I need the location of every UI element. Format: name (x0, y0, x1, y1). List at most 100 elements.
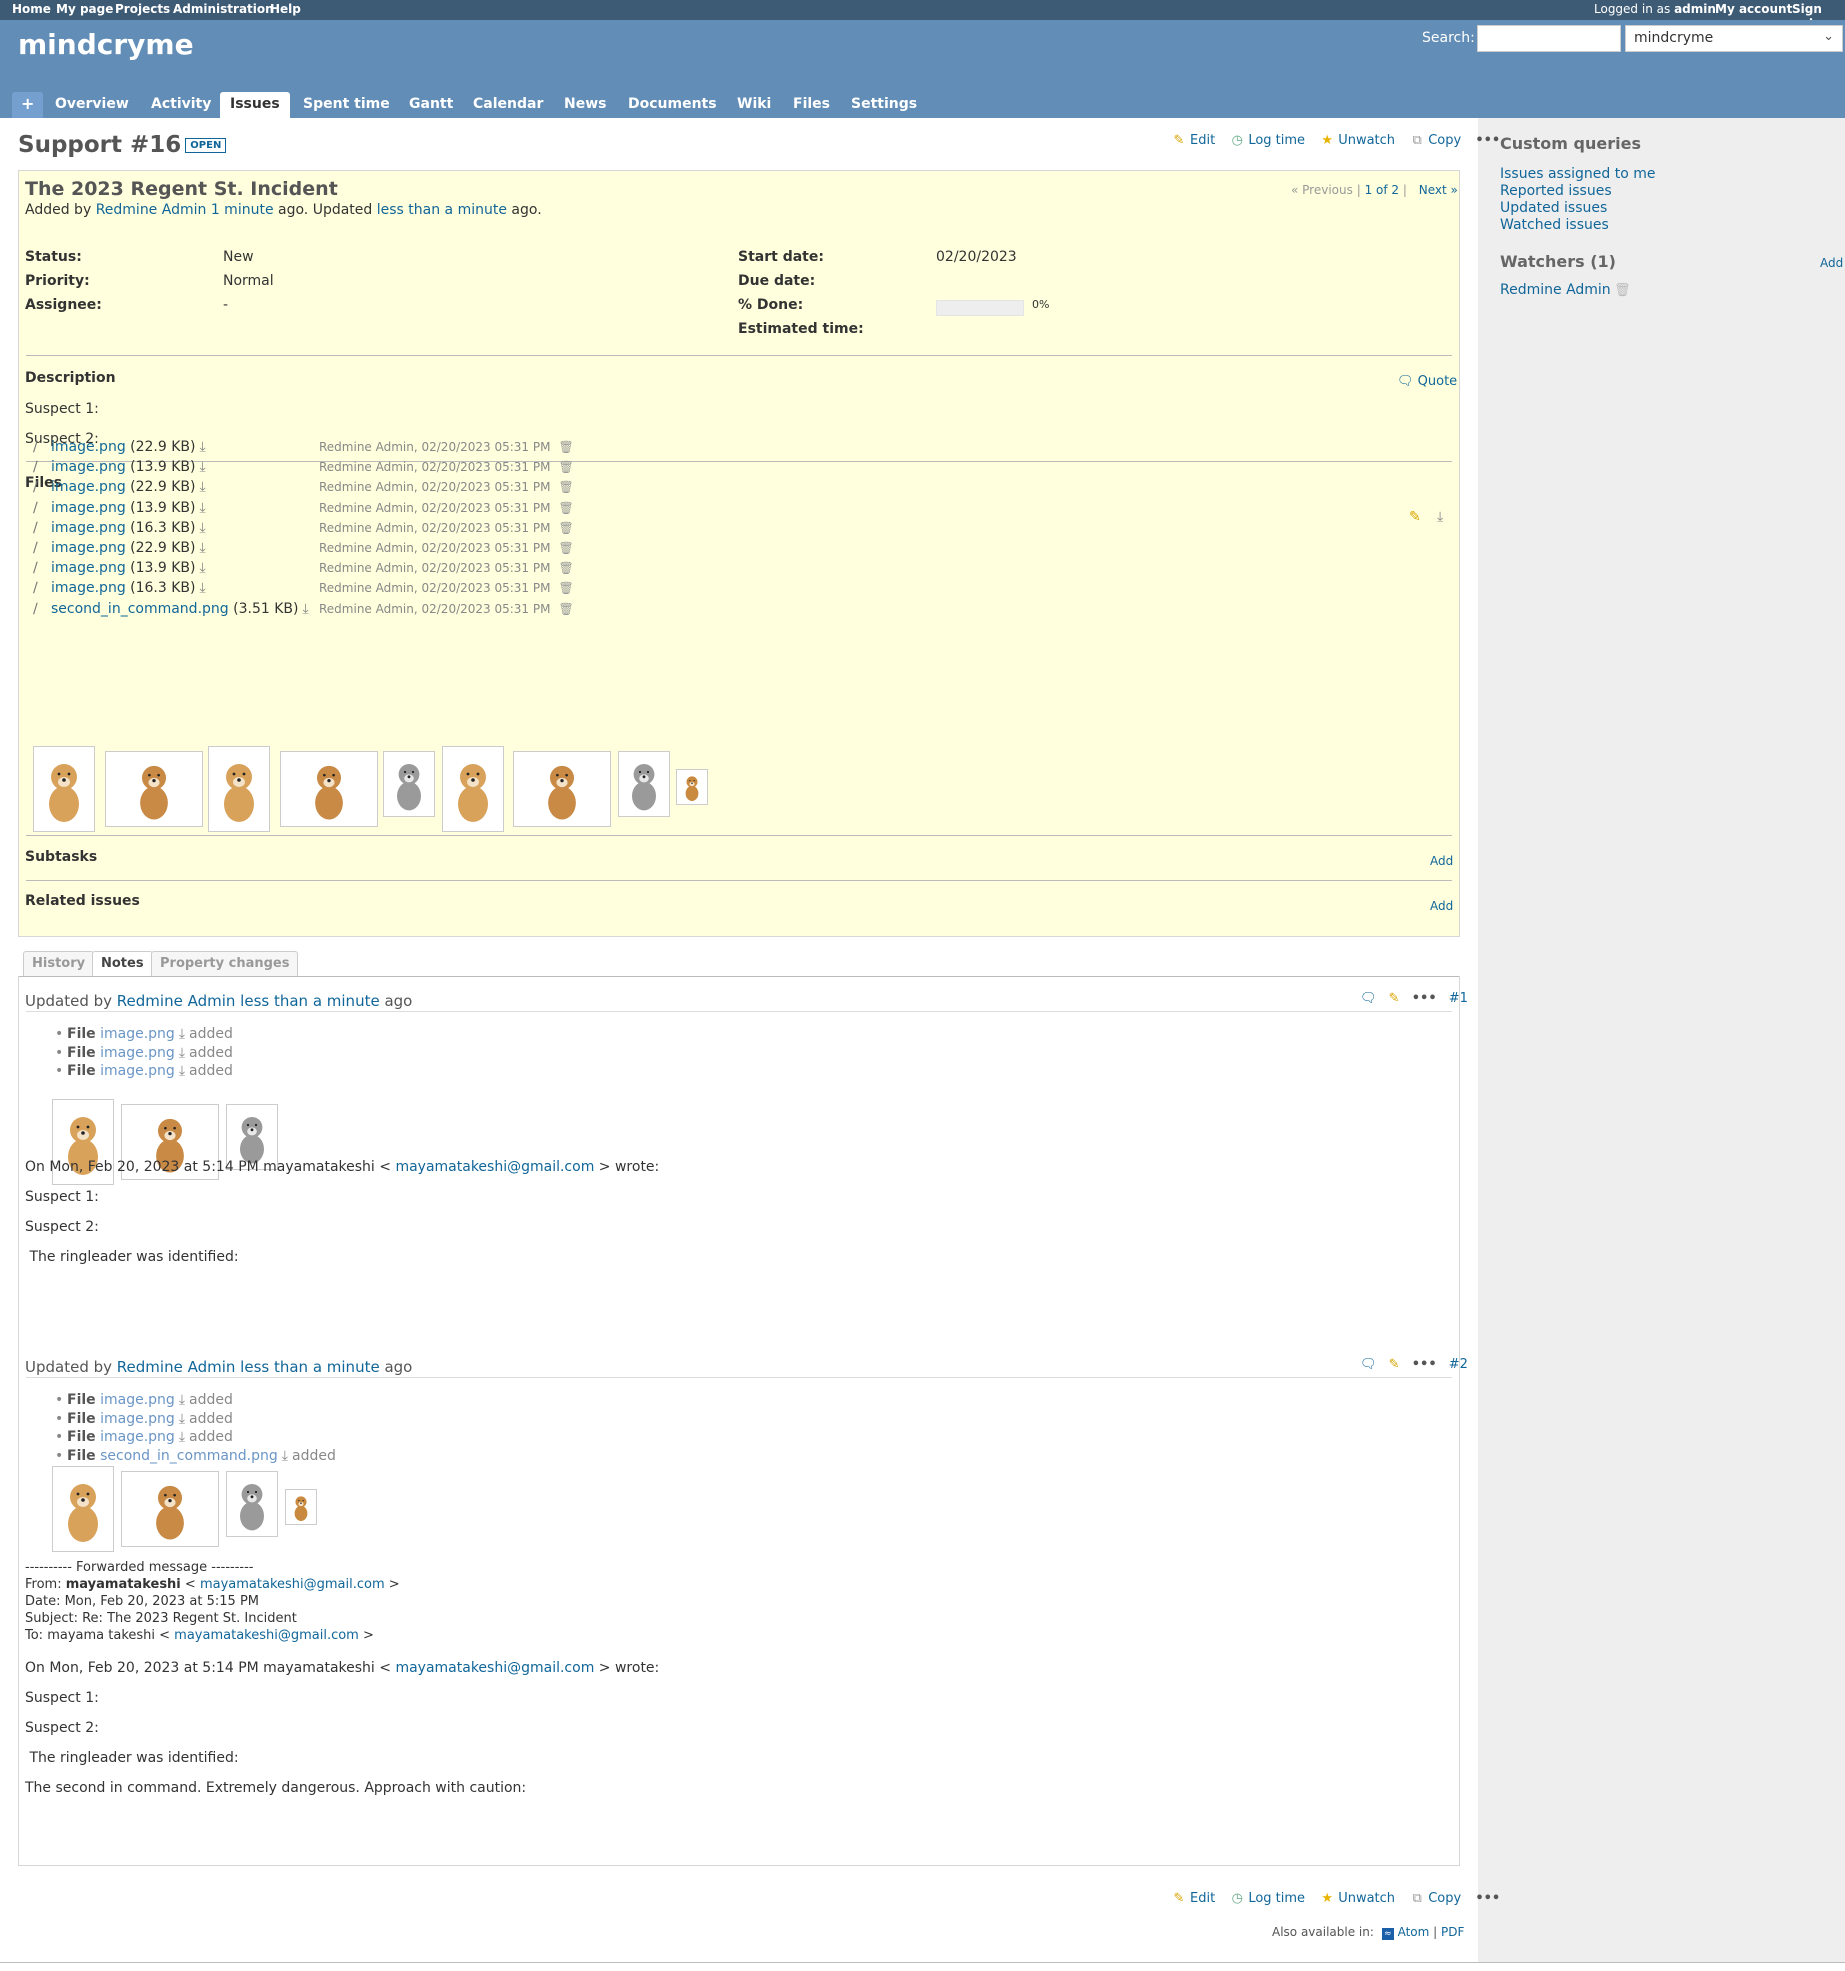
attachment-link[interactable]: image.png (51, 560, 126, 576)
email-link[interactable]: mayamatakeshi@gmail.com (200, 1577, 385, 1592)
attachment-link[interactable]: image.png (100, 1026, 175, 1042)
new-object-button[interactable]: + (12, 92, 44, 118)
tab-gantt[interactable]: Gantt (399, 92, 463, 118)
download-icon[interactable]: ⤓ (179, 1392, 185, 1408)
attachment-link[interactable]: image.png (100, 1429, 175, 1445)
attachment-link[interactable]: image.png (51, 479, 126, 495)
search-input[interactable] (1477, 25, 1621, 52)
log-time-button[interactable]: ◷ Log time (1229, 1891, 1305, 1906)
email-link[interactable]: mayamatakeshi@gmail.com (395, 1159, 594, 1175)
tab-history[interactable]: History (23, 951, 95, 977)
logged-in-user[interactable]: admin (1674, 2, 1716, 16)
email-link[interactable]: mayamatakeshi@gmail.com (174, 1628, 359, 1643)
thumbnail-image[interactable] (442, 746, 504, 832)
download-icon[interactable]: ⤓ (200, 580, 206, 596)
project-jump-select[interactable]: mindcryme ⌄ (1625, 25, 1843, 52)
journal-time-link[interactable]: less than a minute (240, 1358, 380, 1376)
tab-documents[interactable]: Documents (618, 92, 727, 118)
comment-icon[interactable]: 🗨 (1360, 991, 1377, 1006)
attachment-link[interactable]: image.png (51, 439, 126, 455)
download-icon[interactable]: ⤓ (179, 1063, 185, 1079)
copy-button[interactable]: ⧉ Copy (1409, 133, 1462, 148)
unwatch-button[interactable]: ★ Unwatch (1319, 1891, 1395, 1906)
download-icon[interactable]: ⤓ (179, 1429, 185, 1445)
tab-files[interactable]: Files (783, 92, 840, 118)
attachment-link[interactable]: image.png (100, 1063, 175, 1079)
query-assigned-to-me[interactable]: Issues assigned to me (1500, 166, 1655, 182)
tab-news[interactable]: News (554, 92, 616, 118)
unwatch-button[interactable]: ★ Unwatch (1319, 133, 1395, 148)
attachment-link[interactable]: image.png (100, 1392, 175, 1408)
query-updated-issues[interactable]: Updated issues (1500, 200, 1607, 216)
tab-issues[interactable]: Issues (220, 92, 290, 118)
attachment-link[interactable]: second_in_command.png (100, 1448, 278, 1464)
more-icon[interactable]: ••• (1412, 991, 1437, 1006)
pencil-icon[interactable]: ✎ (1389, 1357, 1400, 1372)
download-icon[interactable]: ⤓ (179, 1026, 185, 1042)
thumbnail-image[interactable] (33, 746, 95, 832)
trash-icon[interactable]: 🗑 (558, 581, 573, 595)
download-icon[interactable]: ⤓ (200, 500, 206, 516)
download-icon[interactable]: ⤓ (282, 1448, 288, 1464)
thumbnail-image[interactable] (676, 769, 708, 805)
top-menu-my-page[interactable]: My page (56, 2, 113, 16)
attachment-link[interactable]: image.png (51, 459, 126, 475)
top-menu-administration[interactable]: Administration (173, 2, 274, 16)
tab-calendar[interactable]: Calendar (463, 92, 553, 118)
trash-icon[interactable]: 🗑 (558, 602, 573, 616)
thumbnail-image[interactable] (121, 1471, 219, 1547)
tab-wiki[interactable]: Wiki (727, 92, 781, 118)
download-icon[interactable]: ⤓ (302, 601, 308, 617)
more-actions-button[interactable]: ••• (1475, 133, 1500, 148)
updated-ago-link[interactable]: less than a minute (377, 202, 507, 218)
previous-link[interactable]: « Previous (1291, 183, 1353, 197)
query-watched-issues[interactable]: Watched issues (1500, 217, 1609, 233)
trash-icon[interactable]: 🗑 (558, 501, 573, 515)
thumbnail-image[interactable] (105, 751, 203, 827)
download-icon[interactable]: ⤓ (179, 1411, 185, 1427)
attachment-link[interactable]: image.png (100, 1045, 175, 1061)
thumbnail-image[interactable] (280, 751, 378, 827)
thumbnail-image[interactable] (226, 1471, 278, 1537)
trash-icon[interactable]: 🗑 (558, 440, 573, 454)
thumbnail-image[interactable] (52, 1466, 114, 1552)
tab-spent-time[interactable]: Spent time (293, 92, 400, 118)
atom-link[interactable]: Atom (1398, 1925, 1430, 1939)
pencil-icon[interactable]: ✎ (1409, 509, 1421, 525)
tab-overview[interactable]: Overview (45, 92, 139, 118)
add-subtask-link[interactable]: Add (1430, 854, 1453, 868)
top-menu-my-account[interactable]: My account (1715, 2, 1792, 16)
query-reported-issues[interactable]: Reported issues (1500, 183, 1612, 199)
pager-count[interactable]: 1 of 2 (1365, 183, 1399, 197)
trash-icon[interactable]: 🗑 (1614, 283, 1631, 298)
attachment-link[interactable]: image.png (51, 580, 126, 596)
email-link[interactable]: mayamatakeshi@gmail.com (395, 1660, 594, 1676)
top-menu-home[interactable]: Home (12, 2, 51, 16)
thumbnail-image[interactable] (618, 751, 670, 817)
tab-notes[interactable]: Notes (92, 951, 153, 977)
journal-author-link[interactable]: Redmine Admin (117, 992, 236, 1010)
pdf-link[interactable]: PDF (1441, 1925, 1464, 1939)
trash-icon[interactable]: 🗑 (558, 480, 573, 494)
download-all-icon[interactable]: ⤓ (1437, 509, 1443, 525)
attachment-link[interactable]: image.png (51, 520, 126, 536)
added-ago-link[interactable]: 1 minute (211, 202, 274, 218)
attachment-link[interactable]: image.png (51, 500, 126, 516)
download-icon[interactable]: ⤓ (200, 520, 206, 536)
quote-button[interactable]: 🗨 Quote (1397, 374, 1457, 389)
add-related-link[interactable]: Add (1430, 899, 1453, 913)
log-time-button[interactable]: ◷ Log time (1229, 133, 1305, 148)
copy-button[interactable]: ⧉ Copy (1409, 1891, 1462, 1906)
next-link[interactable]: Next » (1419, 183, 1458, 197)
thumbnail-image[interactable] (383, 751, 435, 817)
attachment-link[interactable]: image.png (100, 1411, 175, 1427)
edit-button[interactable]: ✎ Edit (1171, 1891, 1216, 1906)
attachment-link[interactable]: second_in_command.png (51, 601, 229, 617)
download-icon[interactable]: ⤓ (200, 560, 206, 576)
tab-activity[interactable]: Activity (141, 92, 221, 118)
trash-icon[interactable]: 🗑 (558, 521, 573, 535)
thumbnail-image[interactable] (513, 751, 611, 827)
download-icon[interactable]: ⤓ (200, 439, 206, 455)
journal-time-link[interactable]: less than a minute (240, 992, 380, 1010)
edit-button[interactable]: ✎ Edit (1171, 133, 1216, 148)
